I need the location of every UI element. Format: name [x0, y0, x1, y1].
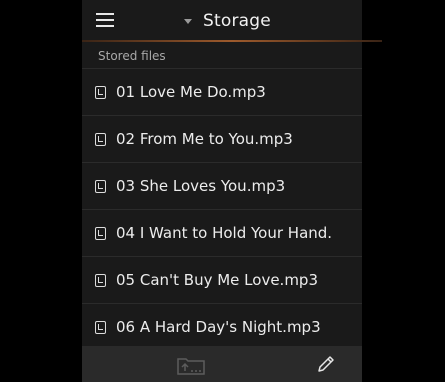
list-item[interactable]: 01 Love Me Do.mp3 — [82, 68, 362, 116]
header-accent-divider — [82, 40, 382, 42]
page-title[interactable]: Storage — [203, 11, 271, 31]
audio-file-icon — [95, 179, 106, 193]
list-item-label: 03 She Loves You.mp3 — [116, 177, 286, 195]
list-item[interactable]: 03 She Loves You.mp3 — [82, 163, 362, 210]
audio-file-icon — [95, 132, 106, 146]
list-item-label: 05 Can't Buy Me Love.mp3 — [116, 271, 319, 289]
list-item-label: 02 From Me to You.mp3 — [116, 130, 293, 148]
list-item-label: 01 Love Me Do.mp3 — [116, 83, 266, 101]
footer-toolbar — [82, 346, 362, 382]
file-list: 01 Love Me Do.mp3 02 From Me to You.mp3 … — [82, 68, 362, 351]
hamburger-menu-icon[interactable] — [96, 13, 114, 27]
caret-down-icon[interactable] — [184, 19, 192, 24]
list-item[interactable]: 02 From Me to You.mp3 — [82, 116, 362, 163]
list-item[interactable]: 05 Can't Buy Me Love.mp3 — [82, 257, 362, 304]
section-label: Stored files — [98, 49, 166, 63]
audio-file-icon — [95, 226, 106, 240]
folder-up-icon[interactable] — [177, 355, 205, 375]
header-bar: Storage — [82, 0, 382, 42]
list-item[interactable]: 04 I Want to Hold Your Hand. — [82, 210, 362, 257]
list-item[interactable]: 06 A Hard Day's Night.mp3 — [82, 304, 362, 351]
pencil-icon[interactable] — [316, 354, 336, 374]
audio-file-icon — [95, 85, 106, 99]
list-item-label: 04 I Want to Hold Your Hand. — [116, 224, 333, 242]
app-screen: Storage Stored files 01 Love Me Do.mp3 0… — [0, 0, 445, 382]
audio-file-icon — [95, 320, 106, 334]
audio-file-icon — [95, 273, 106, 287]
list-item-label: 06 A Hard Day's Night.mp3 — [116, 318, 321, 336]
